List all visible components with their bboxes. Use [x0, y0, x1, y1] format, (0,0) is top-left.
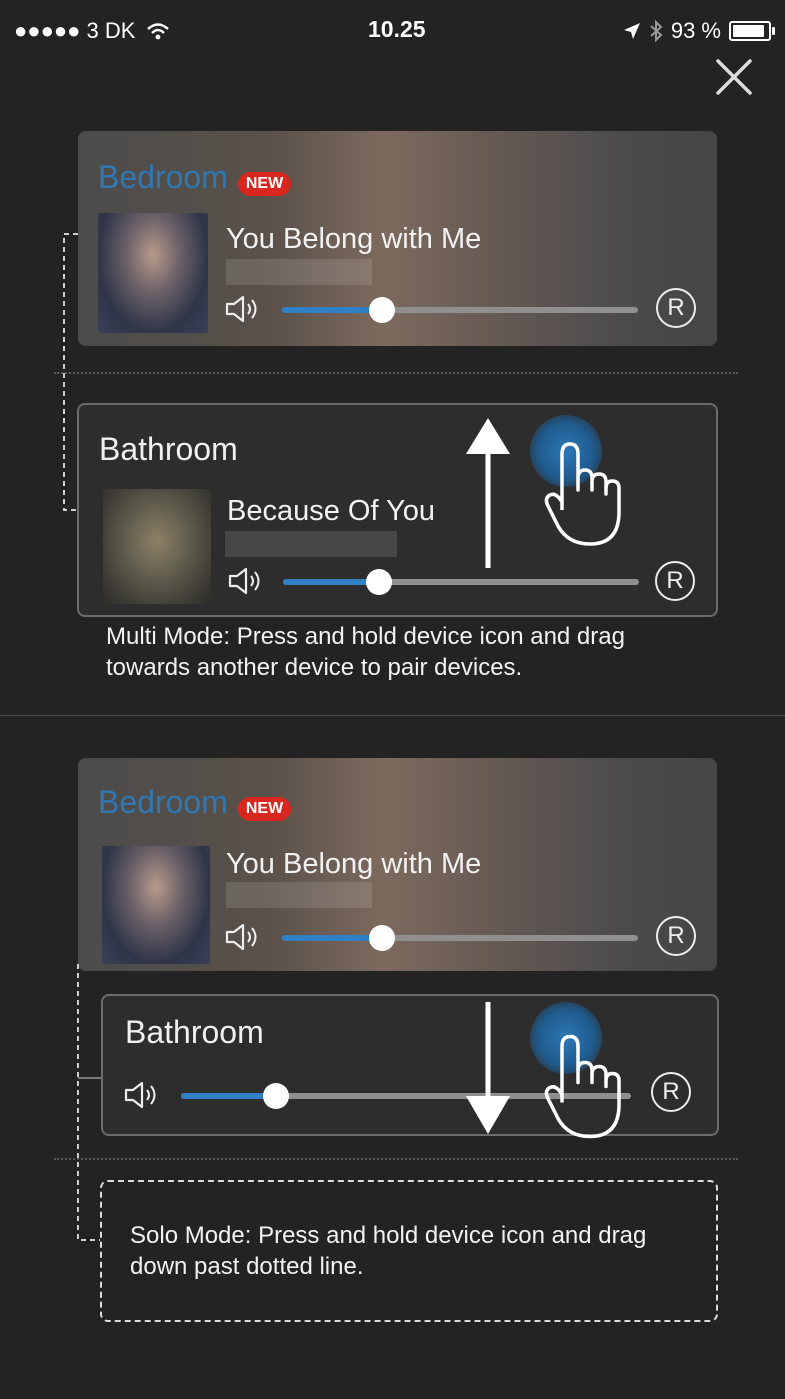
song-title: You Belong with Me — [226, 848, 482, 880]
room-title-row: Bedroom NEW — [98, 784, 292, 821]
drop-zone-line — [54, 372, 738, 374]
album-art — [103, 489, 211, 604]
artist-placeholder — [226, 259, 372, 285]
status-bar: ●●●●● 3 DK 10.25 93 % — [0, 0, 785, 60]
arrow-down-icon — [466, 1002, 510, 1134]
album-art — [98, 213, 208, 333]
album-art — [102, 846, 210, 964]
volume-slider[interactable] — [283, 569, 639, 595]
volume-knob[interactable] — [262, 1083, 289, 1109]
room-title-row: Bedroom NEW — [98, 159, 292, 196]
status-right: 93 % — [623, 18, 775, 44]
speaker-icon[interactable] — [224, 294, 262, 324]
room-settings-button[interactable]: R — [656, 916, 696, 956]
room-settings-button[interactable]: R — [651, 1072, 691, 1112]
song-title: You Belong with Me — [226, 223, 482, 255]
volume-knob[interactable] — [366, 569, 393, 595]
song-title: Because Of You — [227, 495, 435, 527]
volume-knob[interactable] — [368, 297, 395, 323]
new-badge: NEW — [237, 796, 292, 821]
speaker-icon[interactable] — [224, 922, 262, 952]
section-divider — [0, 715, 785, 716]
bedroom-card[interactable]: Bedroom NEW You Belong with Me R — [78, 131, 717, 346]
multi-mode-instruction: Multi Mode: Press and hold device icon a… — [106, 623, 625, 681]
bedroom-card[interactable]: Bedroom NEW You Belong with Me R — [78, 758, 717, 971]
close-icon[interactable] — [712, 55, 756, 99]
volume-slider[interactable] — [282, 925, 638, 951]
solo-mode-instruction: Solo Mode: Press and hold device icon an… — [130, 1222, 647, 1280]
solo-instruction-box: Solo Mode: Press and hold device icon an… — [100, 1180, 718, 1322]
carrier-group: ●●●●● 3 DK — [14, 18, 170, 44]
battery-percent: 93 % — [670, 18, 721, 43]
room-settings-button[interactable]: R — [656, 288, 696, 328]
room-name: Bathroom — [99, 431, 238, 467]
wifi-icon — [146, 23, 169, 40]
artist-placeholder — [225, 531, 397, 557]
speaker-icon[interactable] — [227, 566, 265, 596]
room-name: Bathroom — [125, 1014, 264, 1050]
speaker-icon[interactable] — [123, 1080, 161, 1110]
arrow-up-icon — [466, 418, 510, 568]
hand-pointer-icon — [544, 1034, 621, 1139]
location-arrow-icon — [623, 23, 640, 39]
bluetooth-icon — [650, 20, 663, 42]
room-settings-button[interactable]: R — [655, 561, 695, 601]
hand-pointer-icon — [544, 442, 621, 546]
volume-slider[interactable] — [282, 297, 638, 323]
artist-placeholder — [226, 882, 372, 908]
drop-zone-line — [54, 1158, 738, 1160]
new-badge: NEW — [237, 171, 292, 196]
carrier-label: ●●●●● 3 DK — [14, 18, 136, 43]
battery-icon — [729, 21, 775, 41]
volume-knob[interactable] — [368, 925, 395, 951]
room-name: Bedroom — [98, 159, 228, 195]
room-name: Bedroom — [98, 784, 228, 820]
clock: 10.25 — [368, 16, 426, 42]
